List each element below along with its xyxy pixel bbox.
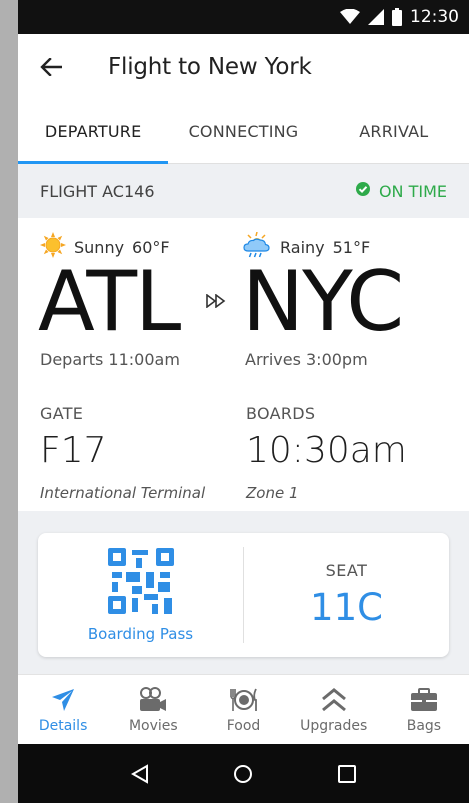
app-bar: Flight to New York (18, 34, 469, 100)
plate-icon (229, 686, 259, 714)
tab-departure[interactable]: DEPARTURE (18, 100, 169, 164)
nav-food[interactable]: Food (198, 675, 288, 744)
boarding-pass-label: Boarding Pass (87, 624, 194, 643)
flight-strip: FLIGHT AC146 ON TIME (18, 164, 469, 218)
battery-icon (392, 8, 402, 26)
boarding-card: Boarding Pass SEAT 11C (38, 533, 449, 657)
flight-number: FLIGHT AC146 (40, 181, 155, 201)
nav-bags[interactable]: Bags (379, 675, 469, 744)
system-nav-bar (18, 744, 469, 803)
airplane-icon (50, 686, 76, 714)
check-circle-icon (355, 181, 371, 201)
briefcase-icon (410, 686, 438, 714)
signal-icon (368, 9, 384, 25)
seat-value: 11C (310, 586, 383, 629)
fast-forward-icon (206, 293, 226, 313)
arrival-code: NYC (242, 253, 404, 350)
wifi-icon (340, 9, 360, 25)
qr-code-icon (107, 547, 174, 619)
departure-code: ATL (38, 253, 181, 350)
back-triangle-icon[interactable] (120, 754, 160, 794)
chevrons-up-icon (321, 686, 347, 714)
tab-bar: DEPARTURE CONNECTING ARRIVAL (18, 100, 469, 164)
movie-camera-icon (139, 686, 167, 714)
departure-time: Departs 11:00am (40, 350, 180, 369)
phone-screen: 12:30 Flight to New York DEPARTURE CONNE… (18, 0, 469, 803)
tab-arrival[interactable]: ARRIVAL (319, 100, 469, 163)
status-bar: 12:30 (18, 0, 469, 34)
seat-label: SEAT (325, 561, 368, 580)
boards-label: BOARDS (246, 404, 316, 423)
nav-movies-label: Movies (128, 717, 178, 734)
boards-value: 10:30am (246, 430, 407, 471)
gate-label: GATE (40, 404, 84, 423)
nav-details-label: Details (38, 717, 88, 734)
gate-value: F17 (40, 430, 107, 471)
boarding-pass-button[interactable]: Boarding Pass (38, 533, 243, 657)
recents-square-icon[interactable] (327, 754, 367, 794)
tab-connecting[interactable]: CONNECTING (168, 100, 318, 163)
arrival-time: Arrives 3:00pm (245, 350, 368, 369)
back-arrow-icon[interactable] (38, 54, 64, 80)
status-time: 12:30 (410, 7, 459, 27)
status-text: ON TIME (378, 181, 447, 201)
bottom-nav: Details Movies Food Upgrades Bags (18, 674, 469, 744)
flight-details: Sunny 60°F Rainy 51°F ATL NYC Departs 11… (18, 218, 469, 511)
zone-text: Zone 1 (246, 484, 299, 502)
boarding-section: Boarding Pass SEAT 11C (18, 511, 469, 674)
home-circle-icon[interactable] (223, 754, 263, 794)
nav-details[interactable]: Details (18, 675, 108, 744)
seat-info: SEAT 11C (244, 533, 449, 657)
nav-movies[interactable]: Movies (108, 675, 198, 744)
page-title: Flight to New York (108, 54, 312, 80)
status-badge: ON TIME (355, 181, 447, 201)
nav-upgrades[interactable]: Upgrades (289, 675, 379, 744)
nav-bags-label: Bags (406, 717, 442, 734)
nav-upgrades-label: Upgrades (300, 717, 368, 734)
terminal-text: International Terminal (40, 484, 206, 502)
nav-food-label: Food (226, 717, 261, 734)
